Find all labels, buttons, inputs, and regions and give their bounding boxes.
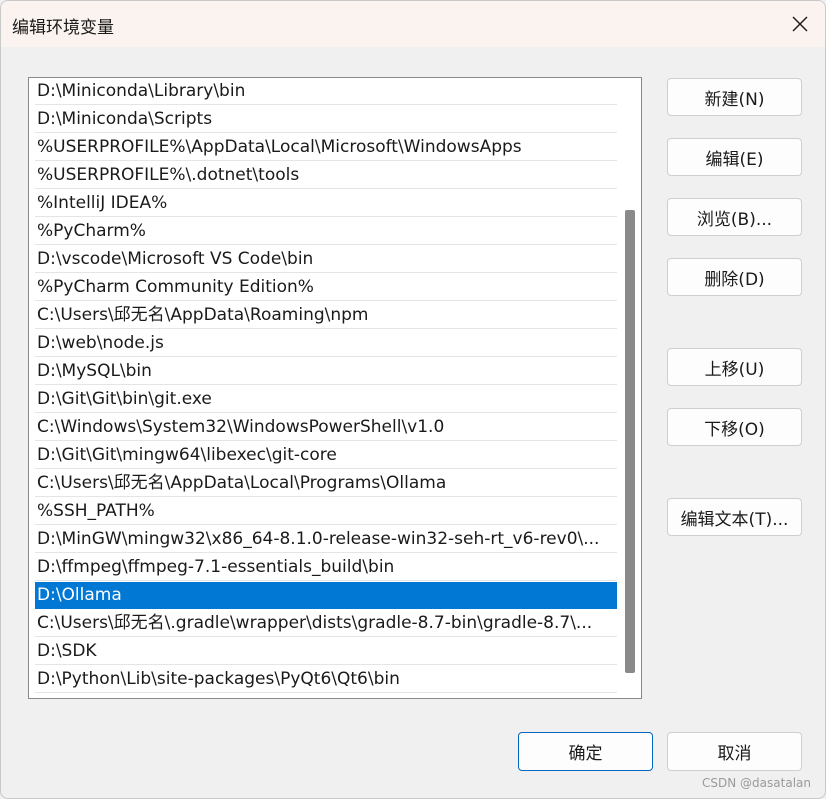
list-item[interactable]: D:\ffmpeg\ffmpeg-7.1-essentials_build\bi…: [35, 554, 617, 581]
list-item[interactable]: D:\web\node.js: [35, 330, 617, 357]
edit-button[interactable]: 编辑(E): [667, 138, 802, 176]
list-item[interactable]: C:\Users\邱无名\.gradle\wrapper\dists\gradl…: [35, 610, 617, 637]
list-item[interactable]: D:\MinGW\mingw32\x86_64-8.1.0-release-wi…: [35, 526, 617, 553]
list-item[interactable]: D:\Git\Git\bin\git.exe: [35, 386, 617, 413]
list-item[interactable]: D:\Python\Lib\site-packages\PyQt6\Qt6\bi…: [35, 666, 617, 693]
list-item[interactable]: %SSH_PATH%: [35, 498, 617, 525]
list-item-selected[interactable]: D:\Ollama: [35, 582, 617, 609]
list-item[interactable]: D:\MySQL\bin: [35, 358, 617, 385]
move-up-button[interactable]: 上移(U): [667, 348, 802, 386]
path-list[interactable]: D:\Miniconda\Library\bin D:\Miniconda\Sc…: [28, 77, 642, 699]
ok-button[interactable]: 确定: [518, 732, 653, 771]
list-item[interactable]: D:\SDK: [35, 638, 617, 665]
list-item[interactable]: %USERPROFILE%\.dotnet\tools: [35, 162, 617, 189]
dialog-title: 编辑环境变量: [12, 18, 114, 38]
list-item[interactable]: C:\Windows\System32\WindowsPowerShell\v1…: [35, 414, 617, 441]
watermark: CSDN @dasatalan: [702, 776, 811, 790]
list-item[interactable]: C:\Users\邱无名\AppData\Roaming\npm: [35, 302, 617, 329]
vertical-scrollbar[interactable]: [625, 78, 641, 698]
list-item[interactable]: D:\vscode\Microsoft VS Code\bin: [35, 246, 617, 273]
list-item[interactable]: D:\Miniconda\Scripts: [35, 106, 617, 133]
delete-button[interactable]: 删除(D): [667, 258, 802, 296]
cancel-button[interactable]: 取消: [667, 732, 802, 771]
move-down-button[interactable]: 下移(O): [667, 408, 802, 446]
list-item[interactable]: %IntelliJ IDEA%: [35, 190, 617, 217]
list-item[interactable]: C:\Users\邱无名\AppData\Local\Programs\Olla…: [35, 470, 617, 497]
list-item[interactable]: %PyCharm Community Edition%: [35, 274, 617, 301]
list-item[interactable]: %USERPROFILE%\AppData\Local\Microsoft\Wi…: [35, 134, 617, 161]
new-button[interactable]: 新建(N): [667, 78, 802, 116]
edit-env-var-dialog: 编辑环境变量 D:\Miniconda\Library\bin D:\Minic…: [0, 0, 826, 799]
close-button[interactable]: [785, 9, 815, 39]
scrollbar-thumb[interactable]: [625, 210, 635, 673]
browse-button[interactable]: 浏览(B)...: [667, 198, 802, 236]
edit-text-button[interactable]: 编辑文本(T)...: [667, 498, 802, 536]
list-item[interactable]: D:\Miniconda\Library\bin: [35, 78, 617, 105]
close-icon: [792, 16, 808, 32]
list-item[interactable]: %PyCharm%: [35, 218, 617, 245]
title-bar: 编辑环境变量: [1, 1, 825, 47]
list-item[interactable]: D:\Git\Git\mingw64\libexec\git-core: [35, 442, 617, 469]
